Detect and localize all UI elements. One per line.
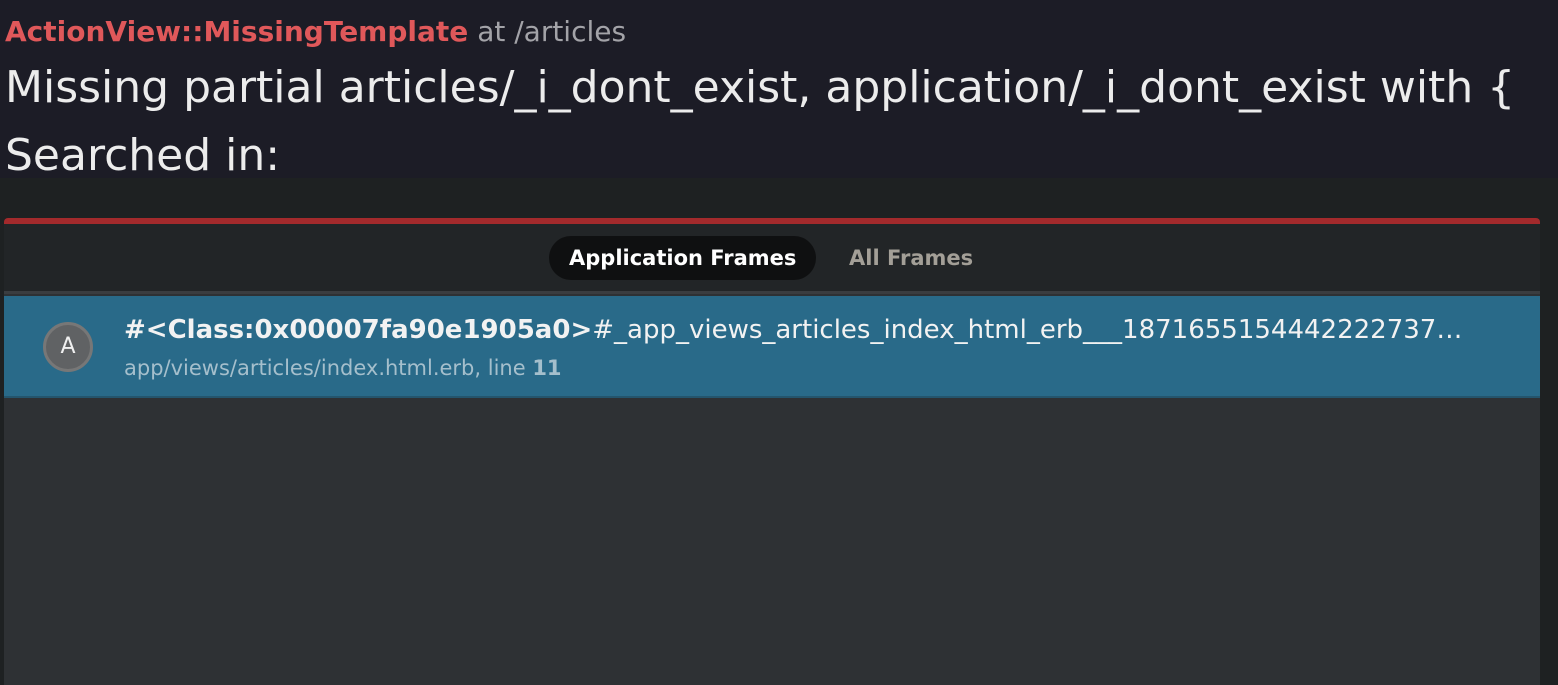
exception-location: at /articles — [477, 15, 627, 48]
frame-method-name: #_app_views_articles_index_html_erb___18… — [592, 315, 1463, 345]
exception-message-searched: Searched in: — [5, 130, 281, 178]
frame-type-badge: A — [43, 322, 93, 372]
exception-class-name: ActionView::MissingTemplate — [5, 15, 469, 48]
tab-all-frames[interactable]: All Frames — [829, 236, 993, 280]
frames-panel: Application Frames All Frames A #<Class:… — [4, 218, 1540, 685]
frame-name: #<Class:0x00007fa90e1905a0>#_app_views_a… — [124, 310, 1504, 350]
frame-list-item[interactable]: A #<Class:0x00007fa90e1905a0>#_app_views… — [4, 296, 1540, 398]
tab-application-frames[interactable]: Application Frames — [549, 236, 817, 280]
error-header: ActionView::MissingTemplate at /articles… — [0, 0, 1558, 178]
frame-class-name: #<Class:0x00007fa90e1905a0> — [124, 315, 593, 345]
frame-location: app/views/articles/index.html.erb, line … — [124, 354, 562, 382]
exception-message: Missing partial articles/_i_dont_exist, … — [5, 62, 1516, 113]
exception-title: ActionView::MissingTemplate at /articles — [5, 14, 626, 50]
frame-file-path: app/views/articles/index.html.erb, line — [124, 356, 533, 380]
frame-line-number: 11 — [532, 356, 562, 380]
frame-filter-tabs: Application Frames All Frames — [4, 224, 1540, 294]
